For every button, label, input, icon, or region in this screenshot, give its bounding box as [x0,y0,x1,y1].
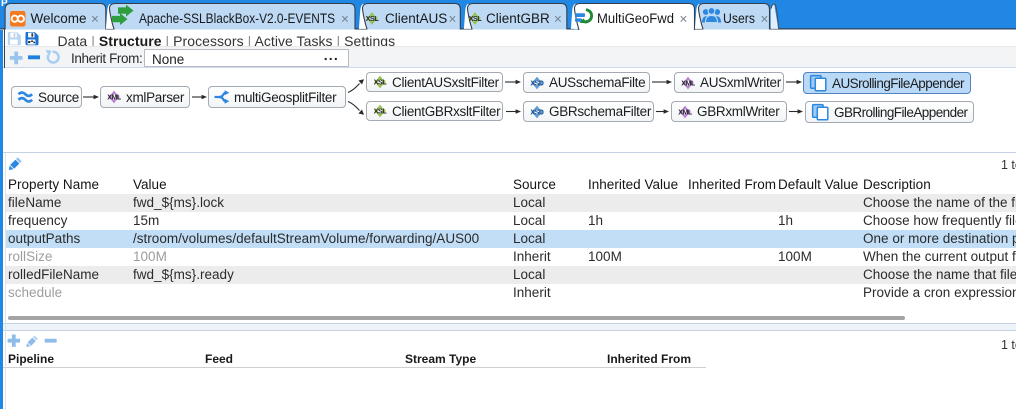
svg-text:XSD: XSD [530,80,544,87]
svg-text:×: × [554,12,562,27]
svg-text:Welcome: Welcome [31,11,87,26]
svg-text:Users: Users [723,11,755,26]
svg-text:×: × [91,12,99,27]
svg-text:×: × [680,12,688,27]
svg-text:P: P [1,0,8,9]
svg-text:×: × [341,12,349,27]
svg-text:MultiGeoFwd: MultiGeoFwd [597,11,674,26]
svg-text:XML: XML [678,109,693,116]
svg-text:ClientGBR: ClientGBR [486,11,550,26]
svg-text:XSL: XSL [374,109,388,116]
svg-text:XSL: XSL [366,16,380,23]
svg-text:XML: XML [107,95,122,102]
svg-text:XML: XML [681,80,696,87]
svg-text:×: × [449,12,457,27]
svg-text:×: × [761,12,769,27]
svg-text:XSD: XSD [530,109,544,116]
svg-text:XSL: XSL [374,80,388,87]
svg-text:Apache-SSLBlackBox-V2.0-EVENTS: Apache-SSLBlackBox-V2.0-EVENTS [139,11,335,26]
svg-text:XSL: XSL [469,16,483,23]
svg-text:ClientAUS: ClientAUS [385,11,447,26]
